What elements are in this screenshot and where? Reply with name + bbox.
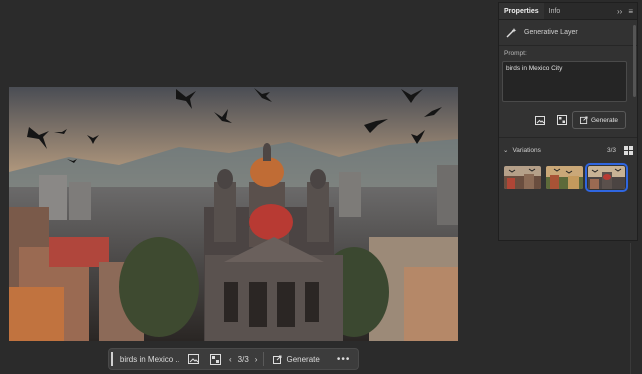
canvas-image[interactable] (9, 87, 458, 341)
taskbar-generate-button[interactable]: Generate (270, 355, 322, 364)
variation-thumbnail-1[interactable] (504, 166, 541, 189)
variation-thumbnail-3[interactable] (585, 163, 628, 192)
panel-scrollbar[interactable] (633, 25, 636, 97)
generate-icon (273, 355, 282, 364)
variations-count: 3/3 (606, 146, 616, 154)
tab-properties[interactable]: Properties (499, 3, 544, 19)
generate-button[interactable]: Generate (572, 111, 626, 129)
prompt-input[interactable]: birds in Mexico City (502, 61, 627, 102)
properties-panel: Properties Info ›› ≡ Generative Layer Pr… (498, 2, 638, 241)
reference-image-icon[interactable] (533, 113, 547, 127)
variations-header[interactable]: ⌄ Variations 3/3 (499, 140, 637, 160)
grid-view-icon[interactable] (624, 145, 633, 155)
generative-layer-icon (506, 28, 517, 38)
taskbar-prompt-text: birds in Mexico ... (119, 354, 179, 364)
panel-tabs: Properties Info ›› ≡ (499, 3, 637, 20)
variations-label: Variations (512, 146, 541, 154)
generate-button-label: Generate (590, 116, 619, 124)
remove-bg-icon[interactable] (207, 351, 223, 367)
image-icon[interactable] (185, 351, 201, 367)
contextual-taskbar: birds in Mexico ... ‹ 3/3 › Generate ••• (108, 348, 359, 370)
expand-panel-icon[interactable]: ›› (617, 7, 622, 16)
chevron-down-icon[interactable]: ⌄ (503, 146, 508, 154)
tab-info[interactable]: Info (544, 3, 566, 19)
layer-name: Generative Layer (524, 29, 578, 36)
taskbar-prompt-field[interactable]: birds in Mexico ... (109, 349, 179, 369)
chevron-right-icon[interactable]: › (255, 355, 258, 364)
prompt-label: Prompt: (504, 50, 527, 57)
taskbar-generate-label: Generate (286, 354, 320, 364)
variations-thumbnails (499, 160, 637, 192)
panel-menu-icon[interactable]: ≡ (628, 7, 633, 16)
generate-icon (579, 116, 588, 124)
variation-page-indicator: 3/3 (237, 354, 249, 364)
chevron-left-icon[interactable]: ‹ (229, 355, 232, 364)
settings-sliders-icon[interactable] (555, 113, 569, 127)
more-icon[interactable]: ••• (337, 354, 351, 365)
layer-header: Generative Layer (499, 20, 637, 46)
variation-thumbnail-2[interactable] (546, 166, 583, 189)
